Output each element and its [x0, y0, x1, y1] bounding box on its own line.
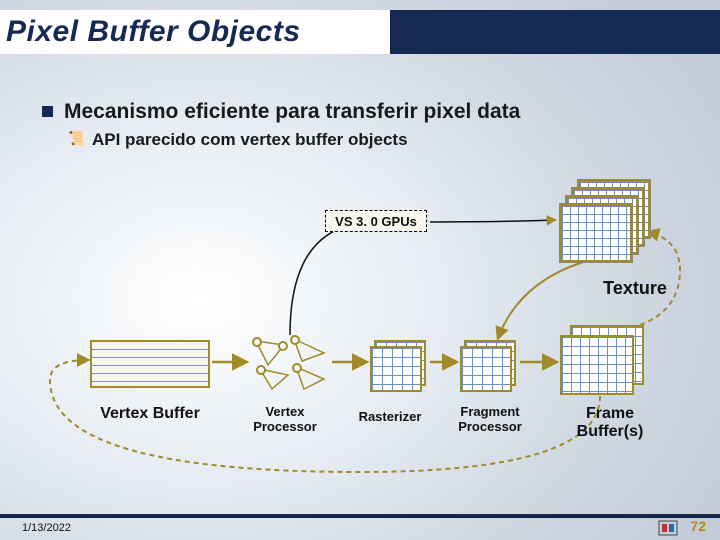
footer-divider	[0, 514, 720, 518]
slide-title: Pixel Buffer Objects	[0, 15, 301, 49]
vertex-buffer-label: Vertex Buffer	[95, 405, 205, 423]
rasterizer-label: Rasterizer	[345, 410, 435, 425]
footer-date: 1/13/2022	[22, 522, 71, 534]
vertex-processor-icon	[250, 335, 330, 393]
texture-icon	[560, 180, 660, 270]
bullet-list: Mecanismo eficiente para transferir pixe…	[40, 100, 680, 150]
pipeline-diagram: VS 3. 0 GPUs Texture Vertex Buf	[0, 160, 720, 480]
vertex-processor-label: VertexProcessor	[245, 405, 325, 435]
rasterizer-icon	[370, 340, 428, 392]
vertex-buffer-icon	[90, 340, 210, 388]
vs3-gpus-box: VS 3. 0 GPUs	[325, 210, 427, 232]
fragment-processor-icon	[460, 340, 518, 392]
frame-buffer-icon	[560, 325, 660, 405]
lab-logo	[658, 520, 678, 536]
bullet-level-1: Mecanismo eficiente para transferir pixe…	[40, 100, 680, 124]
frame-buffer-label: FrameBuffer(s)	[555, 405, 665, 442]
texture-label: Texture	[580, 278, 690, 299]
page-number: 72	[690, 518, 706, 534]
bullet-level-2: API parecido com vertex buffer objects	[40, 130, 680, 150]
fragment-processor-label: FragmentProcessor	[450, 405, 530, 435]
title-bar: Pixel Buffer Objects	[0, 10, 720, 54]
